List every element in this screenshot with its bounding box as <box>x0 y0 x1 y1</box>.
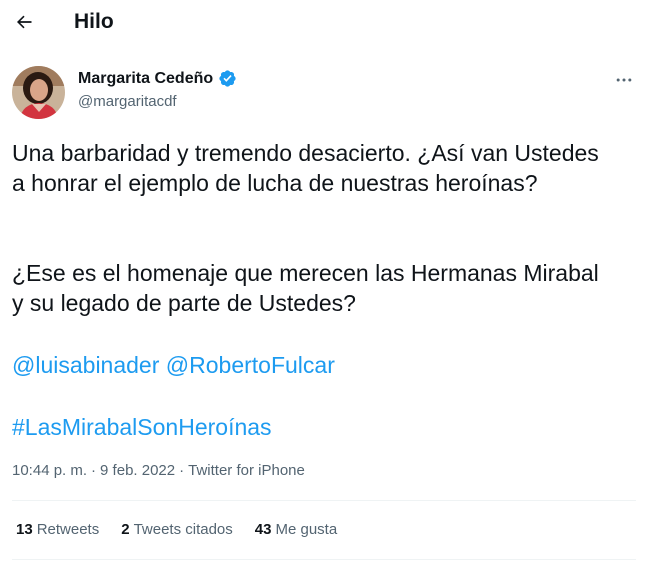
more-options-button[interactable] <box>606 66 642 94</box>
avatar[interactable] <box>12 66 65 119</box>
quotes-stat[interactable]: 2 Tweets citados <box>121 521 233 538</box>
quotes-count: 2 <box>121 521 130 538</box>
author-handle[interactable]: @margaritacdf <box>78 93 177 110</box>
author-name[interactable]: Margarita Cedeño <box>78 70 213 88</box>
retweets-label: Retweets <box>36 521 100 538</box>
divider <box>12 559 636 560</box>
tweet-time[interactable]: 10:44 p. m. <box>12 462 87 479</box>
mention-link[interactable]: @RobertoFulcar <box>166 352 335 378</box>
hashtag-link[interactable]: #LasMirabalSonHeroínas <box>12 414 272 440</box>
tweet-stats: 13 Retweets 2 Tweets citados 43 Me gusta <box>16 521 337 538</box>
likes-label: Me gusta <box>275 521 338 538</box>
tweet-meta: 10:44 p. m. · 9 feb. 2022 · Twitter for … <box>12 462 305 479</box>
retweets-stat[interactable]: 13 Retweets <box>16 521 99 538</box>
arrow-left-icon <box>17 15 32 29</box>
tweet-paragraph-2: ¿Ese es el homenaje que merecen las Herm… <box>12 260 599 316</box>
quotes-label: Tweets citados <box>133 521 233 538</box>
page-title: Hilo <box>74 10 114 33</box>
avatar-image <box>12 66 65 119</box>
back-button[interactable] <box>8 6 40 38</box>
meta-separator: · <box>91 462 97 479</box>
verified-badge-icon <box>219 70 236 87</box>
retweets-count: 13 <box>16 521 33 538</box>
tweet-source[interactable]: Twitter for iPhone <box>188 462 305 479</box>
tweet-hashtags: #LasMirabalSonHeroínas <box>12 412 612 442</box>
divider <box>12 500 636 501</box>
thread-header: Hilo <box>0 0 650 46</box>
author-name-row[interactable]: Margarita Cedeño <box>78 69 237 88</box>
tweet-date[interactable]: 9 feb. 2022 <box>100 462 175 479</box>
tweet-paragraph-1: Una barbaridad y tremendo desacierto. ¿A… <box>12 140 599 196</box>
tweet-mentions: @luisabinader @RobertoFulcar <box>12 350 612 380</box>
meta-separator: · <box>179 462 185 479</box>
likes-count: 43 <box>254 521 272 538</box>
mention-link[interactable]: @luisabinader <box>12 352 159 378</box>
more-horizontal-icon <box>616 78 632 82</box>
likes-stat[interactable]: 43 Me gusta <box>255 521 337 538</box>
